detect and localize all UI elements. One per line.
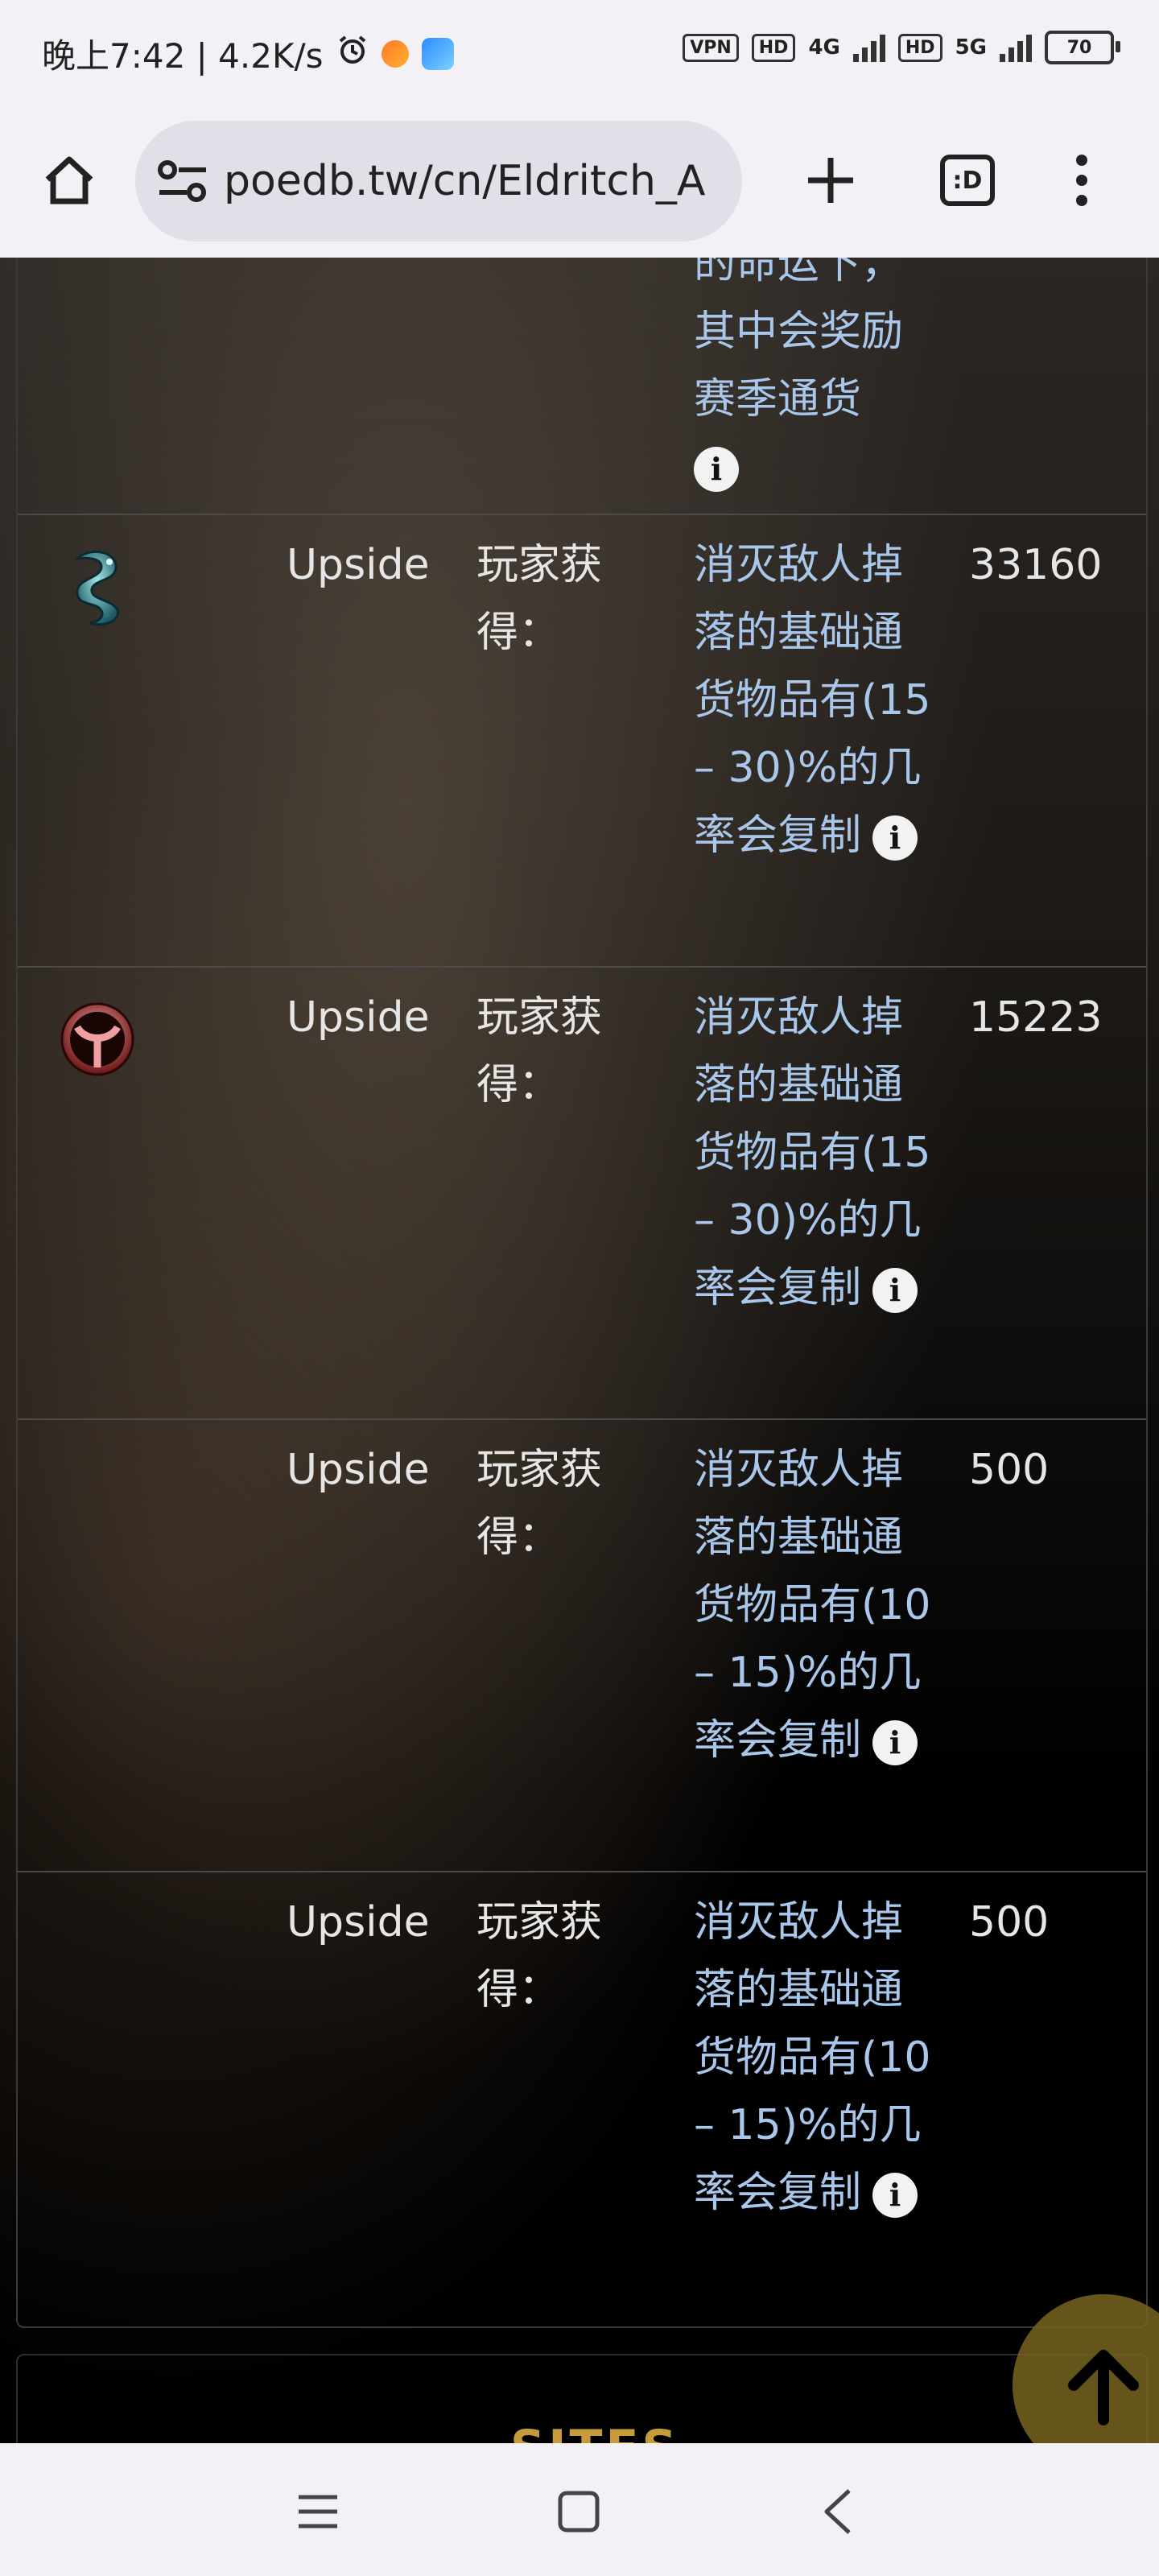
back-button[interactable] bbox=[802, 2475, 874, 2548]
table-row-partial: 的命运下， 其中会奖励 赛季通货 i bbox=[18, 258, 1146, 514]
network-5g-label: 5G bbox=[955, 35, 987, 60]
system-nav-bar bbox=[0, 2443, 1159, 2576]
info-icon[interactable]: i bbox=[872, 815, 918, 861]
menu-icon bbox=[299, 2495, 337, 2529]
row-label: 玩家获得： bbox=[476, 541, 603, 657]
status-bar: 晚上7:42 | 4.2K/s VPN HD 4G HD 5G 70 bbox=[0, 0, 1159, 105]
arrow-up-icon bbox=[1068, 2350, 1139, 2425]
home-nav-button[interactable] bbox=[542, 2475, 615, 2548]
info-icon[interactable]: i bbox=[694, 447, 739, 492]
status-time: 晚上7:42 | 4.2K/s bbox=[42, 36, 324, 76]
notification-app-icon bbox=[381, 39, 409, 68]
recents-button[interactable] bbox=[282, 2475, 354, 2548]
url-text: poedb.tw/cn/Eldritch_A bbox=[224, 157, 706, 205]
row-description-partial: 的命运下， 其中会奖励 赛季通货 i bbox=[694, 258, 935, 501]
desc-line: 的命运下， bbox=[694, 258, 904, 288]
info-icon[interactable]: i bbox=[872, 1720, 918, 1765]
address-bar[interactable]: poedb.tw/cn/Eldritch_A bbox=[135, 121, 742, 242]
row-weight: 500 bbox=[969, 1898, 1050, 1946]
row-description: 消灭敌人掉落的基础通货物品有(10 – 15)%的几率会复制 i bbox=[694, 1436, 935, 1774]
signal-icon-2 bbox=[1000, 33, 1032, 62]
gallery-app-icon bbox=[421, 37, 454, 70]
table-row: Upside 玩家获得： 消灭敌人掉落的基础通货物品有(10 – 15)%的几率… bbox=[18, 1871, 1146, 2328]
page-content: 的命运下， 其中会奖励 赛季通货 i Upside 玩家获得： 消灭敌人掉落的基… bbox=[0, 258, 1159, 2443]
info-icon[interactable]: i bbox=[872, 1268, 918, 1313]
mods-table: 的命运下， 其中会奖励 赛季通货 i Upside 玩家获得： 消灭敌人掉落的基… bbox=[16, 258, 1148, 2328]
row-description: 消灭敌人掉落的基础通货物品有(15 – 30)%的几率会复制 i bbox=[694, 984, 935, 1322]
row-type: Upside bbox=[287, 993, 430, 1042]
row-label: 玩家获得： bbox=[476, 1446, 603, 1562]
desc-line: 赛季通货 bbox=[694, 375, 862, 423]
vpn-badge: VPN bbox=[683, 33, 739, 62]
back-chevron-icon bbox=[824, 2489, 851, 2534]
site-settings-icon[interactable] bbox=[155, 153, 211, 209]
table-row: Upside 玩家获得： 消灭敌人掉落的基础通货物品有(10 – 15)%的几率… bbox=[18, 1418, 1146, 1872]
square-icon bbox=[558, 2491, 600, 2533]
info-icon[interactable]: i bbox=[872, 2173, 918, 2218]
tab-switcher-button[interactable]: :D bbox=[929, 142, 1006, 219]
row-label: 玩家获得： bbox=[476, 1898, 603, 2014]
alarm-icon bbox=[336, 34, 369, 74]
teal-dragon-currency-icon bbox=[53, 543, 142, 631]
plus-icon bbox=[808, 158, 853, 203]
sites-card: SITES bbox=[16, 2354, 1148, 2443]
signal-icon-1 bbox=[852, 33, 885, 62]
table-row: Upside 玩家获得： 消灭敌人掉落的基础通货物品有(15 – 30)%的几率… bbox=[18, 514, 1146, 968]
red-rune-currency-icon bbox=[53, 995, 142, 1084]
browser-toolbar: poedb.tw/cn/Eldritch_A :D bbox=[0, 105, 1159, 258]
row-description: 消灭敌人掉落的基础通货物品有(15 – 30)%的几率会复制 i bbox=[694, 531, 935, 869]
hd-badge-1: HD bbox=[751, 33, 796, 62]
row-weight: 500 bbox=[969, 1446, 1050, 1494]
tab-count: :D bbox=[940, 155, 995, 206]
browser-menu-button[interactable] bbox=[1043, 142, 1120, 219]
desc-line: 其中会奖励 bbox=[694, 308, 904, 356]
sites-title: SITES bbox=[510, 2420, 680, 2443]
more-vert-icon bbox=[1076, 155, 1087, 206]
row-weight: 33160 bbox=[969, 541, 1103, 589]
row-description: 消灭敌人掉落的基础通货物品有(10 – 15)%的几率会复制 i bbox=[694, 1889, 935, 2227]
home-button[interactable] bbox=[34, 145, 105, 216]
row-type: Upside bbox=[287, 1446, 430, 1494]
network-4g-label: 4G bbox=[808, 35, 840, 60]
row-type: Upside bbox=[287, 541, 430, 589]
home-icon bbox=[45, 156, 93, 204]
row-label: 玩家获得： bbox=[476, 993, 603, 1109]
battery-level: 70 bbox=[1066, 37, 1092, 58]
table-row: Upside 玩家获得： 消灭敌人掉落的基础通货物品有(15 – 30)%的几率… bbox=[18, 966, 1146, 1420]
row-type: Upside bbox=[287, 1898, 430, 1946]
hd-badge-2: HD bbox=[897, 33, 942, 62]
battery-icon: 70 bbox=[1045, 31, 1120, 64]
new-tab-button[interactable] bbox=[792, 142, 869, 219]
row-weight: 15223 bbox=[969, 993, 1103, 1042]
